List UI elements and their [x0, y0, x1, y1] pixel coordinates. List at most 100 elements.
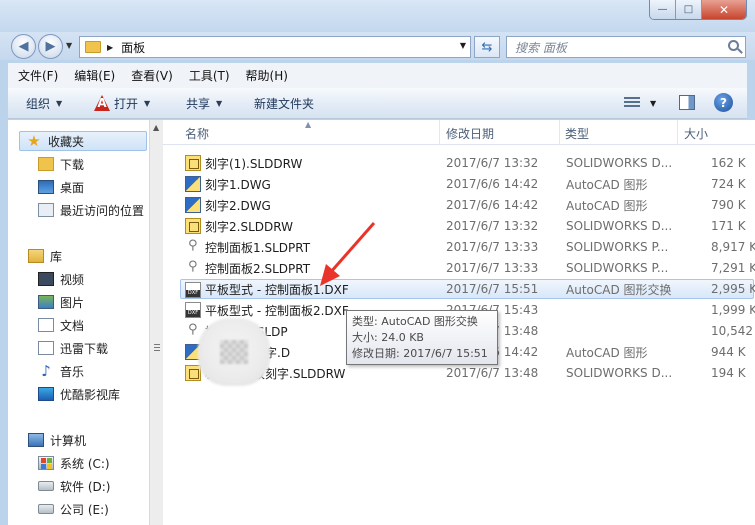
file-row[interactable]: 平板型式 - 控制面板1.DXF 2017/6/7 15:51 AutoCAD 图形…	[180, 279, 755, 299]
file-type: AutoCAD 图形	[566, 345, 648, 360]
menu-help[interactable]: 帮助(H)	[236, 67, 294, 84]
file-type: SOLIDWORKS D...	[566, 156, 673, 170]
menu-tools[interactable]: 工具(T)	[179, 67, 236, 84]
breadcrumb-arrow-icon[interactable]: ▶	[107, 43, 113, 52]
sidebar-item-music[interactable]: ♪ 音乐	[38, 361, 84, 381]
close-button[interactable]: ✕	[702, 0, 746, 19]
chevron-down-icon: ▼	[216, 98, 223, 108]
file-name: 控制面板2.SLDPRT	[205, 261, 311, 276]
file-size: 10,542 K	[711, 324, 755, 338]
sidebar-item-desktop[interactable]: 桌面	[38, 177, 84, 197]
splitter-grip[interactable]	[154, 344, 160, 352]
column-header: ▲ 名称 修改日期 类型 大小	[163, 120, 755, 145]
file-size: 7,291 K	[711, 261, 755, 275]
downloads-folder-icon	[38, 157, 54, 171]
organize-button[interactable]: 组织 ▼	[26, 95, 62, 112]
autocad-dwg-icon	[185, 176, 201, 192]
back-button[interactable]: ◀	[11, 34, 36, 59]
column-divider[interactable]	[559, 120, 560, 145]
computer-icon	[28, 433, 44, 447]
youku-library-icon	[38, 387, 54, 401]
open-button[interactable]: A 打开 ▼	[94, 95, 150, 112]
sidebar-item-recent[interactable]: 最近访问的位置	[38, 200, 144, 220]
refresh-button[interactable]: ⇆	[474, 36, 500, 58]
star-icon: ★	[27, 132, 41, 150]
tooltip-type: 类型: AutoCAD 图形交换	[352, 315, 478, 328]
column-name[interactable]: 名称	[185, 125, 209, 142]
file-row[interactable]: 控制面板2.SLDPRT 2017/6/7 13:33 SOLIDWORKS P..…	[181, 258, 755, 278]
file-name: 刻字1.DWG	[205, 177, 271, 192]
file-type: AutoCAD 图形	[566, 198, 648, 213]
solidworks-part-icon	[185, 259, 201, 276]
minimize-button[interactable]: —	[650, 0, 676, 19]
search-icon[interactable]	[728, 40, 739, 51]
window-controls: — □ ✕	[649, 0, 747, 20]
file-name: 刻字2.SLDDRW	[205, 219, 293, 234]
help-icon[interactable]: ?	[714, 93, 733, 112]
address-bar[interactable]: ▶ 面板 ▼	[79, 36, 471, 58]
maximize-button[interactable]: □	[676, 0, 702, 19]
menu-view[interactable]: 查看(V)	[121, 67, 179, 84]
file-size: 944 K	[711, 345, 746, 359]
sidebar-item-youku[interactable]: 优酷影视库	[38, 384, 120, 404]
share-button[interactable]: 共享 ▼	[186, 95, 222, 112]
xunlei-folder-icon	[38, 341, 54, 355]
menu-file[interactable]: 文件(F)	[8, 67, 64, 84]
sidebar-item-drive-e[interactable]: 公司 (E:)	[38, 499, 109, 519]
file-name: 平板型式 - 控制面板2.DXF	[205, 303, 349, 318]
sidebar-item-drive-c[interactable]: 系统 (C:)	[38, 453, 110, 473]
preview-pane-icon[interactable]	[679, 95, 695, 110]
recent-pages-dropdown[interactable]: ▼	[66, 41, 72, 50]
file-row[interactable]: 刻字2.DWG 2017/6/6 14:42 AutoCAD 图形 790 K	[181, 195, 755, 215]
sidebar-item-xunlei[interactable]: 迅雷下载	[38, 338, 108, 358]
sidebar-item-downloads[interactable]: 下载	[38, 154, 84, 174]
sidebar-item-drive-d[interactable]: 软件 (D:)	[38, 476, 110, 496]
file-date: 2017/6/6 14:42	[446, 177, 539, 191]
autocad-dwg-icon	[185, 197, 201, 213]
chevron-down-icon: ▼	[56, 98, 63, 108]
file-tooltip: 类型: AutoCAD 图形交换 大小: 24.0 KB 修改日期: 2017/…	[346, 310, 498, 365]
dxf-file-icon	[185, 282, 201, 298]
sidebar-item-pictures[interactable]: 图片	[38, 292, 84, 312]
file-row[interactable]: 刻字(1).SLDDRW 2017/6/7 13:32 SOLIDWORKS D..…	[181, 153, 755, 173]
file-row[interactable]: 控制面板1.SLDPRT 2017/6/7 13:33 SOLIDWORKS P..…	[181, 237, 755, 257]
column-size[interactable]: 大小	[684, 125, 708, 142]
sidebar-libraries[interactable]: 库	[28, 246, 62, 266]
file-type: SOLIDWORKS D...	[566, 366, 673, 380]
file-size: 194 K	[711, 366, 746, 380]
column-date[interactable]: 修改日期	[446, 125, 494, 142]
view-dropdown-icon[interactable]: ▼	[650, 99, 656, 108]
forward-button[interactable]: ▶	[38, 34, 63, 59]
sidebar-favorites[interactable]: ★ 收藏夹	[19, 131, 147, 151]
menu-edit[interactable]: 编辑(E)	[64, 67, 121, 84]
file-row[interactable]: 刻字1.DWG 2017/6/6 14:42 AutoCAD 图形 724 K	[181, 174, 755, 194]
library-icon	[28, 249, 44, 263]
scroll-up-arrow-icon[interactable]: ▲	[153, 123, 159, 132]
search-input[interactable]: 搜索 面板	[506, 36, 746, 58]
file-type: SOLIDWORKS P...	[566, 240, 669, 254]
tooltip-size: 大小: 24.0 KB	[352, 331, 424, 344]
column-type[interactable]: 类型	[565, 125, 589, 142]
view-options-icon[interactable]	[624, 97, 640, 109]
drive-icon	[38, 481, 54, 491]
search-placeholder: 搜索 面板	[515, 40, 567, 55]
address-dropdown-icon[interactable]: ▼	[460, 41, 466, 50]
breadcrumb-current[interactable]: 面板	[121, 39, 145, 56]
music-note-icon: ♪	[41, 362, 51, 380]
sort-ascending-icon: ▲	[305, 120, 312, 129]
navigation-pane-scrollbar[interactable]: ▲	[149, 120, 163, 525]
file-date: 2017/6/7 13:33	[446, 261, 539, 275]
navigation-bar: ◀ ▶ ▼ ▶ 面板 ▼ ⇆ 搜索 面板	[0, 32, 755, 60]
file-date: 2017/6/7 15:51	[446, 282, 539, 296]
column-divider[interactable]	[677, 120, 678, 145]
file-row[interactable]: 刻字2.SLDDRW 2017/6/7 13:32 SOLIDWORKS D... 1…	[181, 216, 755, 236]
new-folder-button[interactable]: 新建文件夹	[254, 95, 314, 112]
file-size: 2,995 K	[711, 282, 755, 296]
sidebar-item-documents[interactable]: 文档	[38, 315, 84, 335]
solidworks-part-icon	[185, 238, 201, 255]
sidebar-item-videos[interactable]: 视频	[38, 269, 84, 289]
sidebar-computer[interactable]: 计算机	[28, 430, 86, 450]
column-divider[interactable]	[439, 120, 440, 145]
menu-bar: 文件(F) 编辑(E) 查看(V) 工具(T) 帮助(H)	[8, 63, 747, 88]
file-date: 2017/6/7 13:48	[446, 366, 539, 380]
